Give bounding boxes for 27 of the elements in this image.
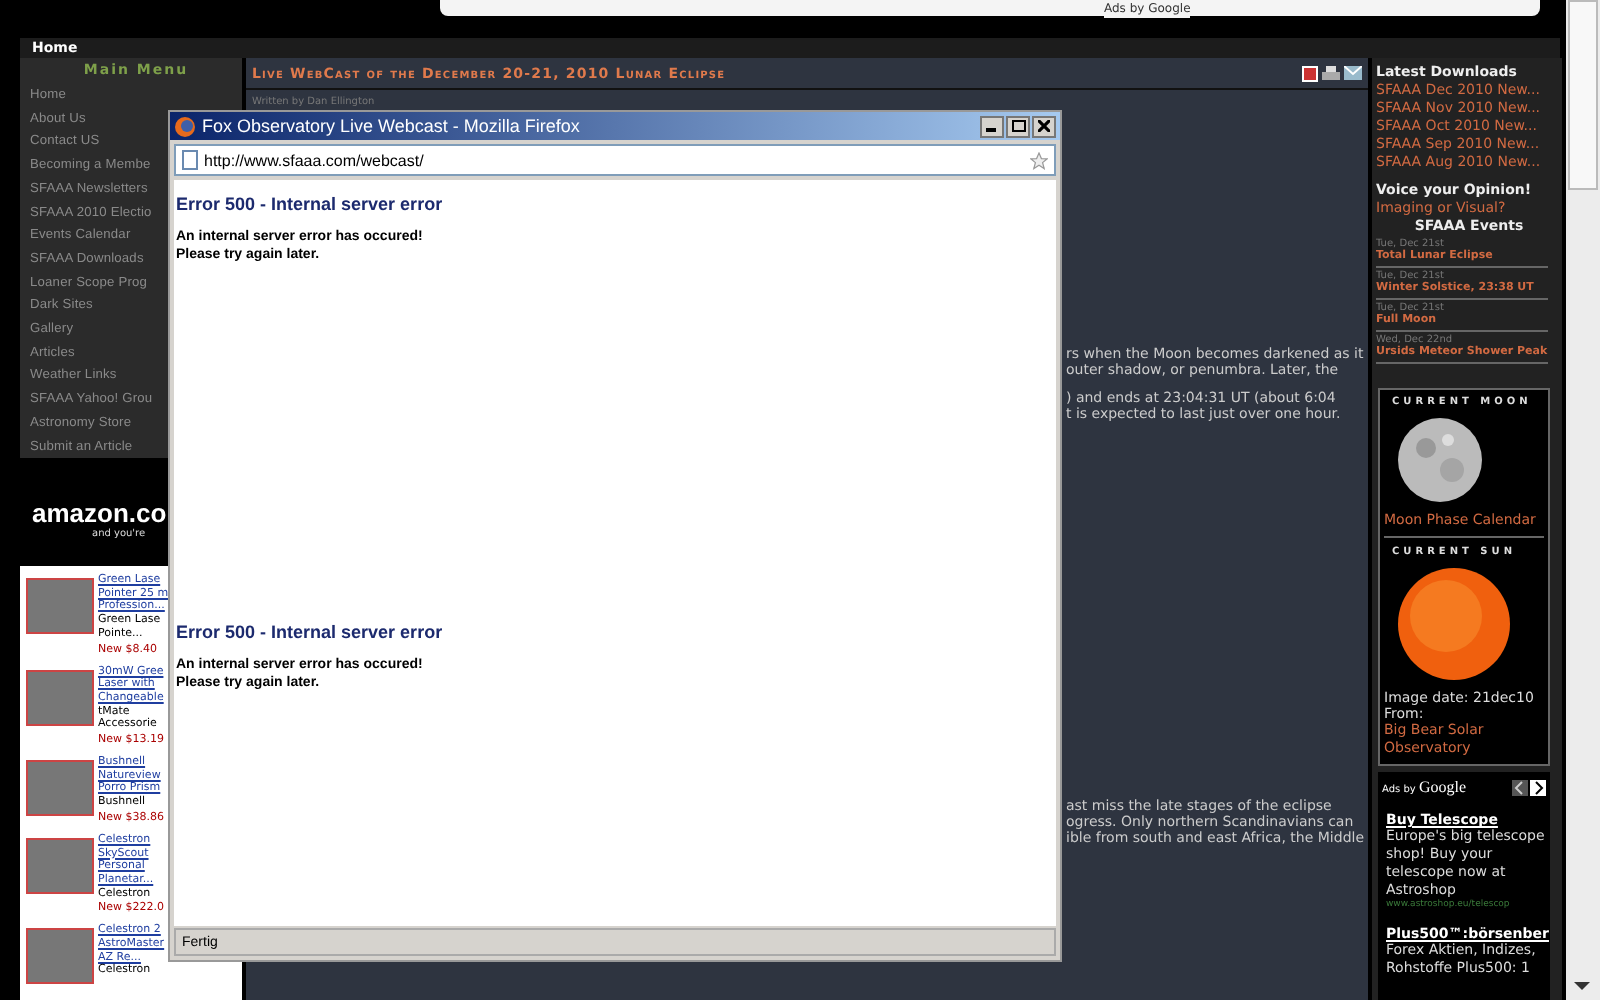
sun-drawing: [1396, 566, 1512, 682]
product-photo-placeholder: [26, 669, 94, 726]
print-icon[interactable]: [1322, 66, 1340, 82]
scrollbar[interactable]: [1566, 0, 1600, 1000]
amazon-logo: amazon.co: [32, 497, 167, 527]
page-icon: [182, 150, 198, 170]
previous-icon[interactable]: [1512, 779, 1528, 795]
pdf-icon[interactable]: [1302, 66, 1318, 82]
address-field[interactable]: http://www.sfaaa.com/webcast/: [174, 144, 1056, 176]
window-title: Fox Observatory Live Webcast - Mozilla Firefox: [202, 116, 582, 136]
close-button[interactable]: [1032, 115, 1056, 137]
moon-drawing: [1396, 416, 1484, 504]
maximize-button[interactable]: [1006, 115, 1030, 137]
product-photo-placeholder: [26, 578, 94, 634]
error-heading: Error 500 - Internal server error: [176, 622, 445, 642]
product-photo-placeholder: [26, 928, 94, 985]
browser-logo-icon: [174, 115, 196, 137]
bookmark-star-icon[interactable]: [1030, 151, 1048, 169]
scrollbar-thumb[interactable]: [1568, 0, 1598, 190]
minimize-button[interactable]: [980, 115, 1004, 137]
next-icon[interactable]: [1530, 779, 1546, 795]
error-heading: Error 500 - Internal server error: [176, 194, 445, 214]
close-icon: [1038, 120, 1050, 132]
scroll-down-icon[interactable]: [1572, 980, 1592, 992]
product-photo-placeholder: [26, 760, 94, 817]
maximize-icon: [1011, 120, 1025, 132]
product-photo-placeholder: [26, 837, 94, 894]
